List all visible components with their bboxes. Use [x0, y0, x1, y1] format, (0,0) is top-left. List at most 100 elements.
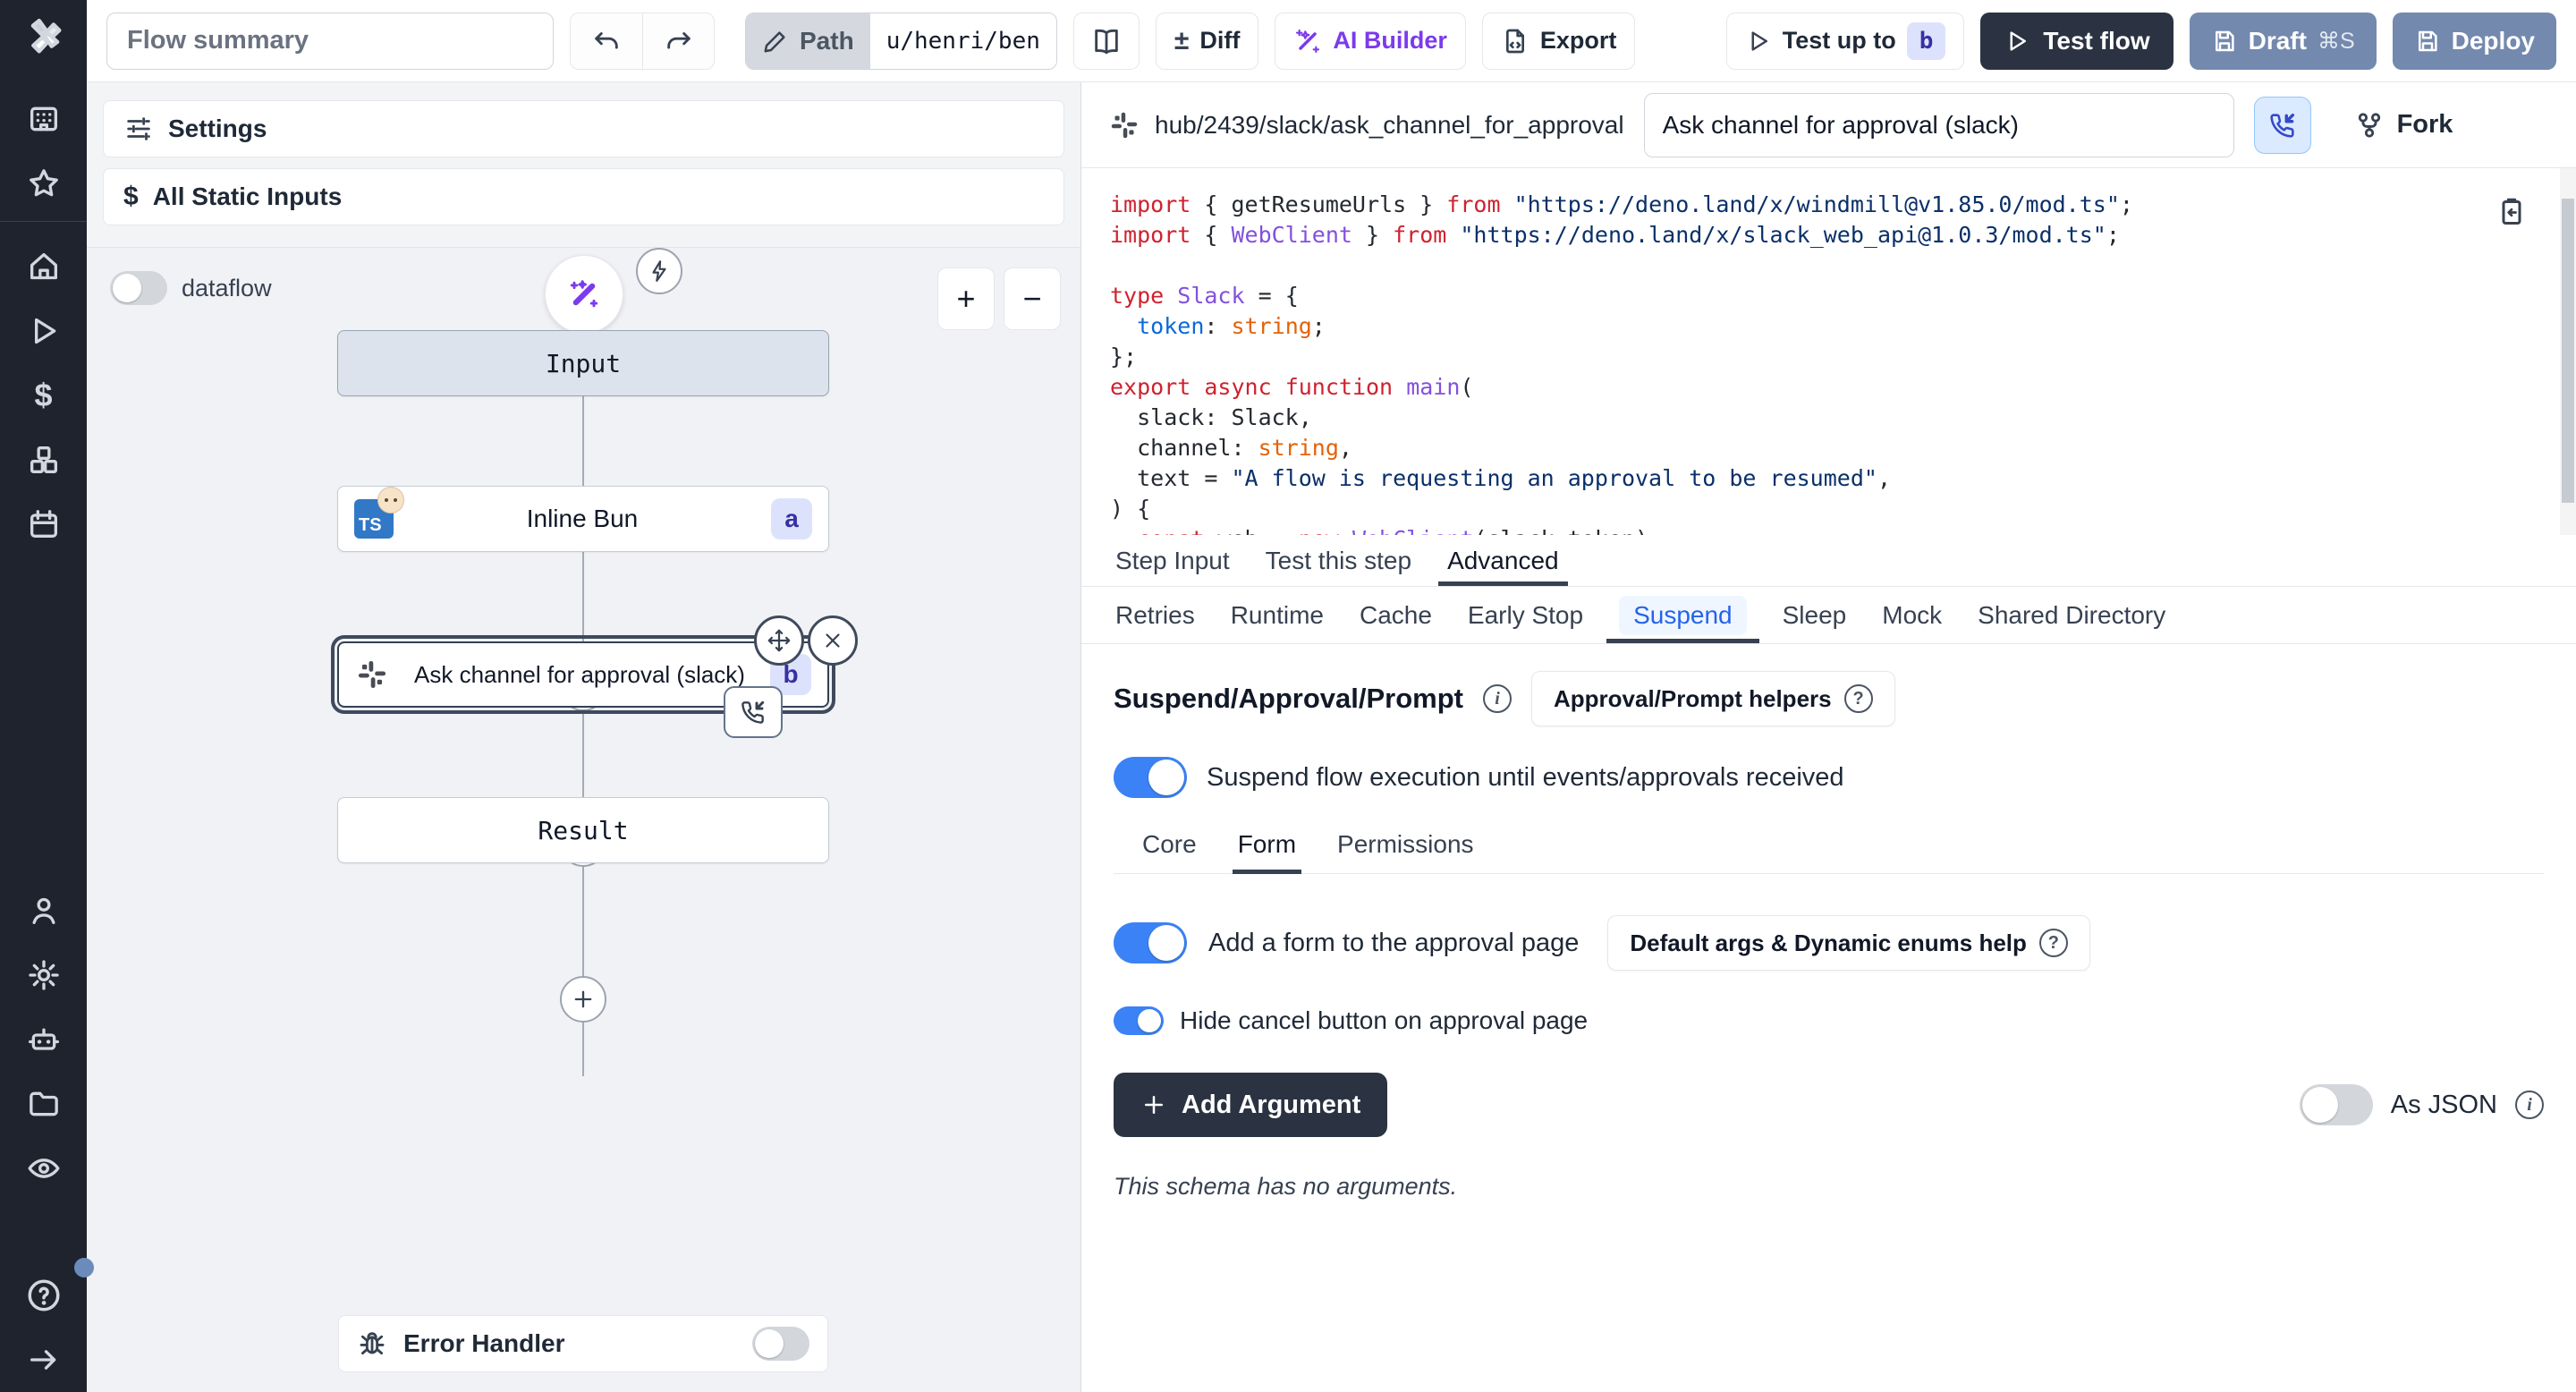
tab-step-input[interactable]: Step Input: [1101, 535, 1244, 586]
undo-button[interactable]: [571, 13, 642, 69]
path-label-segment: Path: [746, 13, 870, 69]
as-json-toggle[interactable]: [2300, 1084, 2373, 1125]
hide-cancel-toggle[interactable]: [1114, 1006, 1164, 1035]
add-trigger-button[interactable]: [636, 248, 682, 294]
tab-suspend[interactable]: Suspend: [1605, 587, 1761, 643]
step-detail-panel: hub/2439/slack/ask_channel_for_approval …: [1080, 82, 2576, 1392]
path-control[interactable]: Path u/henri/ben: [745, 13, 1057, 70]
tab-cache[interactable]: Cache: [1345, 587, 1446, 643]
subtab-core[interactable]: Core: [1128, 830, 1211, 873]
suspend-subtabs: Core Form Permissions: [1114, 830, 2544, 874]
favorites-star-icon[interactable]: [0, 151, 87, 216]
toolbar: Flow summary Path u/henri/ben ± Diff AI …: [87, 0, 2576, 82]
hide-cancel-label: Hide cancel button on approval page: [1180, 1006, 1588, 1035]
app-sidebar: $: [0, 0, 87, 1392]
error-handler-label: Error Handler: [403, 1329, 736, 1358]
info-icon[interactable]: i: [1483, 684, 1512, 713]
dataflow-toggle[interactable]: [110, 271, 167, 305]
home-icon[interactable]: [0, 234, 87, 299]
error-handler-card[interactable]: Error Handler: [338, 1315, 828, 1372]
save-icon: [2211, 28, 2238, 55]
move-step-handle[interactable]: [754, 615, 804, 666]
add-argument-button[interactable]: Add Argument: [1114, 1073, 1387, 1137]
flow-summary-input[interactable]: Flow summary: [106, 13, 554, 70]
settings-gear-icon[interactable]: [0, 943, 87, 1007]
windmill-logo-icon[interactable]: [21, 13, 67, 64]
tab-retries[interactable]: Retries: [1101, 587, 1209, 643]
docs-book-button[interactable]: [1073, 13, 1140, 70]
draft-label: Draft: [2249, 27, 2307, 55]
scrollbar-thumb[interactable]: [2562, 199, 2574, 503]
deploy-button[interactable]: Deploy: [2393, 13, 2556, 70]
step-tabs: Step Input Test this step Advanced: [1081, 535, 2576, 587]
magic-wand-icon: [564, 275, 604, 314]
question-icon: ?: [1844, 684, 1873, 713]
schedules-icon[interactable]: [0, 492, 87, 556]
advanced-tabs: Retries Runtime Cache Early Stop Suspend…: [1081, 587, 2576, 644]
subtab-form[interactable]: Form: [1224, 830, 1310, 873]
code-scrollbar[interactable]: [2560, 168, 2576, 535]
path-label: Path: [800, 27, 854, 55]
tab-test-this-step[interactable]: Test this step: [1251, 535, 1426, 586]
resources-icon[interactable]: [0, 428, 87, 492]
tab-runtime[interactable]: Runtime: [1216, 587, 1338, 643]
apps-icon[interactable]: [0, 87, 87, 151]
tab-advanced[interactable]: Advanced: [1433, 535, 1573, 586]
test-flow-button[interactable]: Test flow: [1980, 13, 2173, 70]
redo-button[interactable]: [642, 13, 714, 69]
approval-prompt-helpers-button[interactable]: Approval/Prompt helpers ?: [1531, 671, 1895, 726]
info-icon[interactable]: i: [2515, 1091, 2544, 1119]
step-node-a[interactable]: TS Inline Bun a: [337, 486, 829, 552]
tab-early-stop[interactable]: Early Stop: [1453, 587, 1597, 643]
diff-button[interactable]: ± Diff: [1156, 13, 1258, 70]
hub-path-text: hub/2439/slack/ask_channel_for_approval: [1155, 111, 1624, 140]
step-header: hub/2439/slack/ask_channel_for_approval …: [1081, 82, 2576, 168]
workers-robot-icon[interactable]: [0, 1007, 87, 1072]
notification-dot: [74, 1258, 94, 1277]
subtab-permissions[interactable]: Permissions: [1323, 830, 1487, 873]
default-args-help-button[interactable]: Default args & Dynamic enums help ?: [1607, 915, 2090, 971]
suspend-phone-button[interactable]: [2254, 97, 2311, 154]
result-node[interactable]: Result: [337, 797, 829, 863]
input-node[interactable]: Input: [337, 330, 829, 396]
add-form-toggle[interactable]: [1114, 922, 1187, 963]
clipboard-icon: [2496, 195, 2528, 227]
zoom-out-button[interactable]: −: [1004, 267, 1061, 330]
export-button[interactable]: Export: [1482, 13, 1636, 70]
export-label: Export: [1540, 27, 1617, 55]
users-icon[interactable]: [0, 878, 87, 943]
help-icon[interactable]: [0, 1263, 87, 1328]
flow-graph: dataflow + − Input TS Inline Bun a: [87, 247, 1080, 1392]
magic-wand-icon: [1293, 27, 1322, 55]
step-node-b-selected[interactable]: Ask channel for approval (slack) b: [337, 641, 829, 708]
flow-settings-button[interactable]: Settings: [103, 100, 1064, 157]
suspend-execution-toggle[interactable]: [1114, 757, 1187, 798]
tab-sleep[interactable]: Sleep: [1768, 587, 1861, 643]
all-static-inputs-button[interactable]: $ All Static Inputs: [103, 168, 1064, 225]
add-step-button[interactable]: [560, 976, 606, 1023]
tab-shared-directory[interactable]: Shared Directory: [1963, 587, 2180, 643]
folders-icon[interactable]: [0, 1072, 87, 1136]
expand-sidebar-icon[interactable]: [0, 1328, 87, 1392]
delete-step-button[interactable]: [808, 615, 858, 666]
fork-button[interactable]: Fork: [2354, 110, 2453, 140]
path-value[interactable]: u/henri/ben: [870, 13, 1056, 69]
variables-icon[interactable]: $: [0, 363, 87, 428]
draft-shortcut: ⌘S: [2318, 28, 2355, 55]
hub-path[interactable]: hub/2439/slack/ask_channel_for_approval: [1108, 109, 1624, 141]
zoom-in-button[interactable]: +: [937, 267, 995, 330]
sidebar-divider: [0, 221, 87, 222]
tab-mock[interactable]: Mock: [1868, 587, 1956, 643]
audit-logs-eye-icon[interactable]: [0, 1136, 87, 1201]
settings-label: Settings: [168, 115, 267, 143]
ai-flow-wand-button[interactable]: [545, 255, 623, 334]
runs-icon[interactable]: [0, 299, 87, 363]
dataflow-label: dataflow: [182, 275, 272, 302]
error-handler-toggle[interactable]: [752, 1327, 809, 1361]
ai-builder-button[interactable]: AI Builder: [1275, 13, 1466, 70]
code-editor[interactable]: import { getResumeUrls } from "https://d…: [1081, 168, 2576, 535]
draft-button[interactable]: Draft ⌘S: [2190, 13, 2377, 70]
step-name-input[interactable]: Ask channel for approval (slack): [1644, 93, 2234, 157]
test-up-to-button[interactable]: Test up to b: [1726, 13, 1965, 70]
copy-code-button[interactable]: [2496, 195, 2528, 235]
